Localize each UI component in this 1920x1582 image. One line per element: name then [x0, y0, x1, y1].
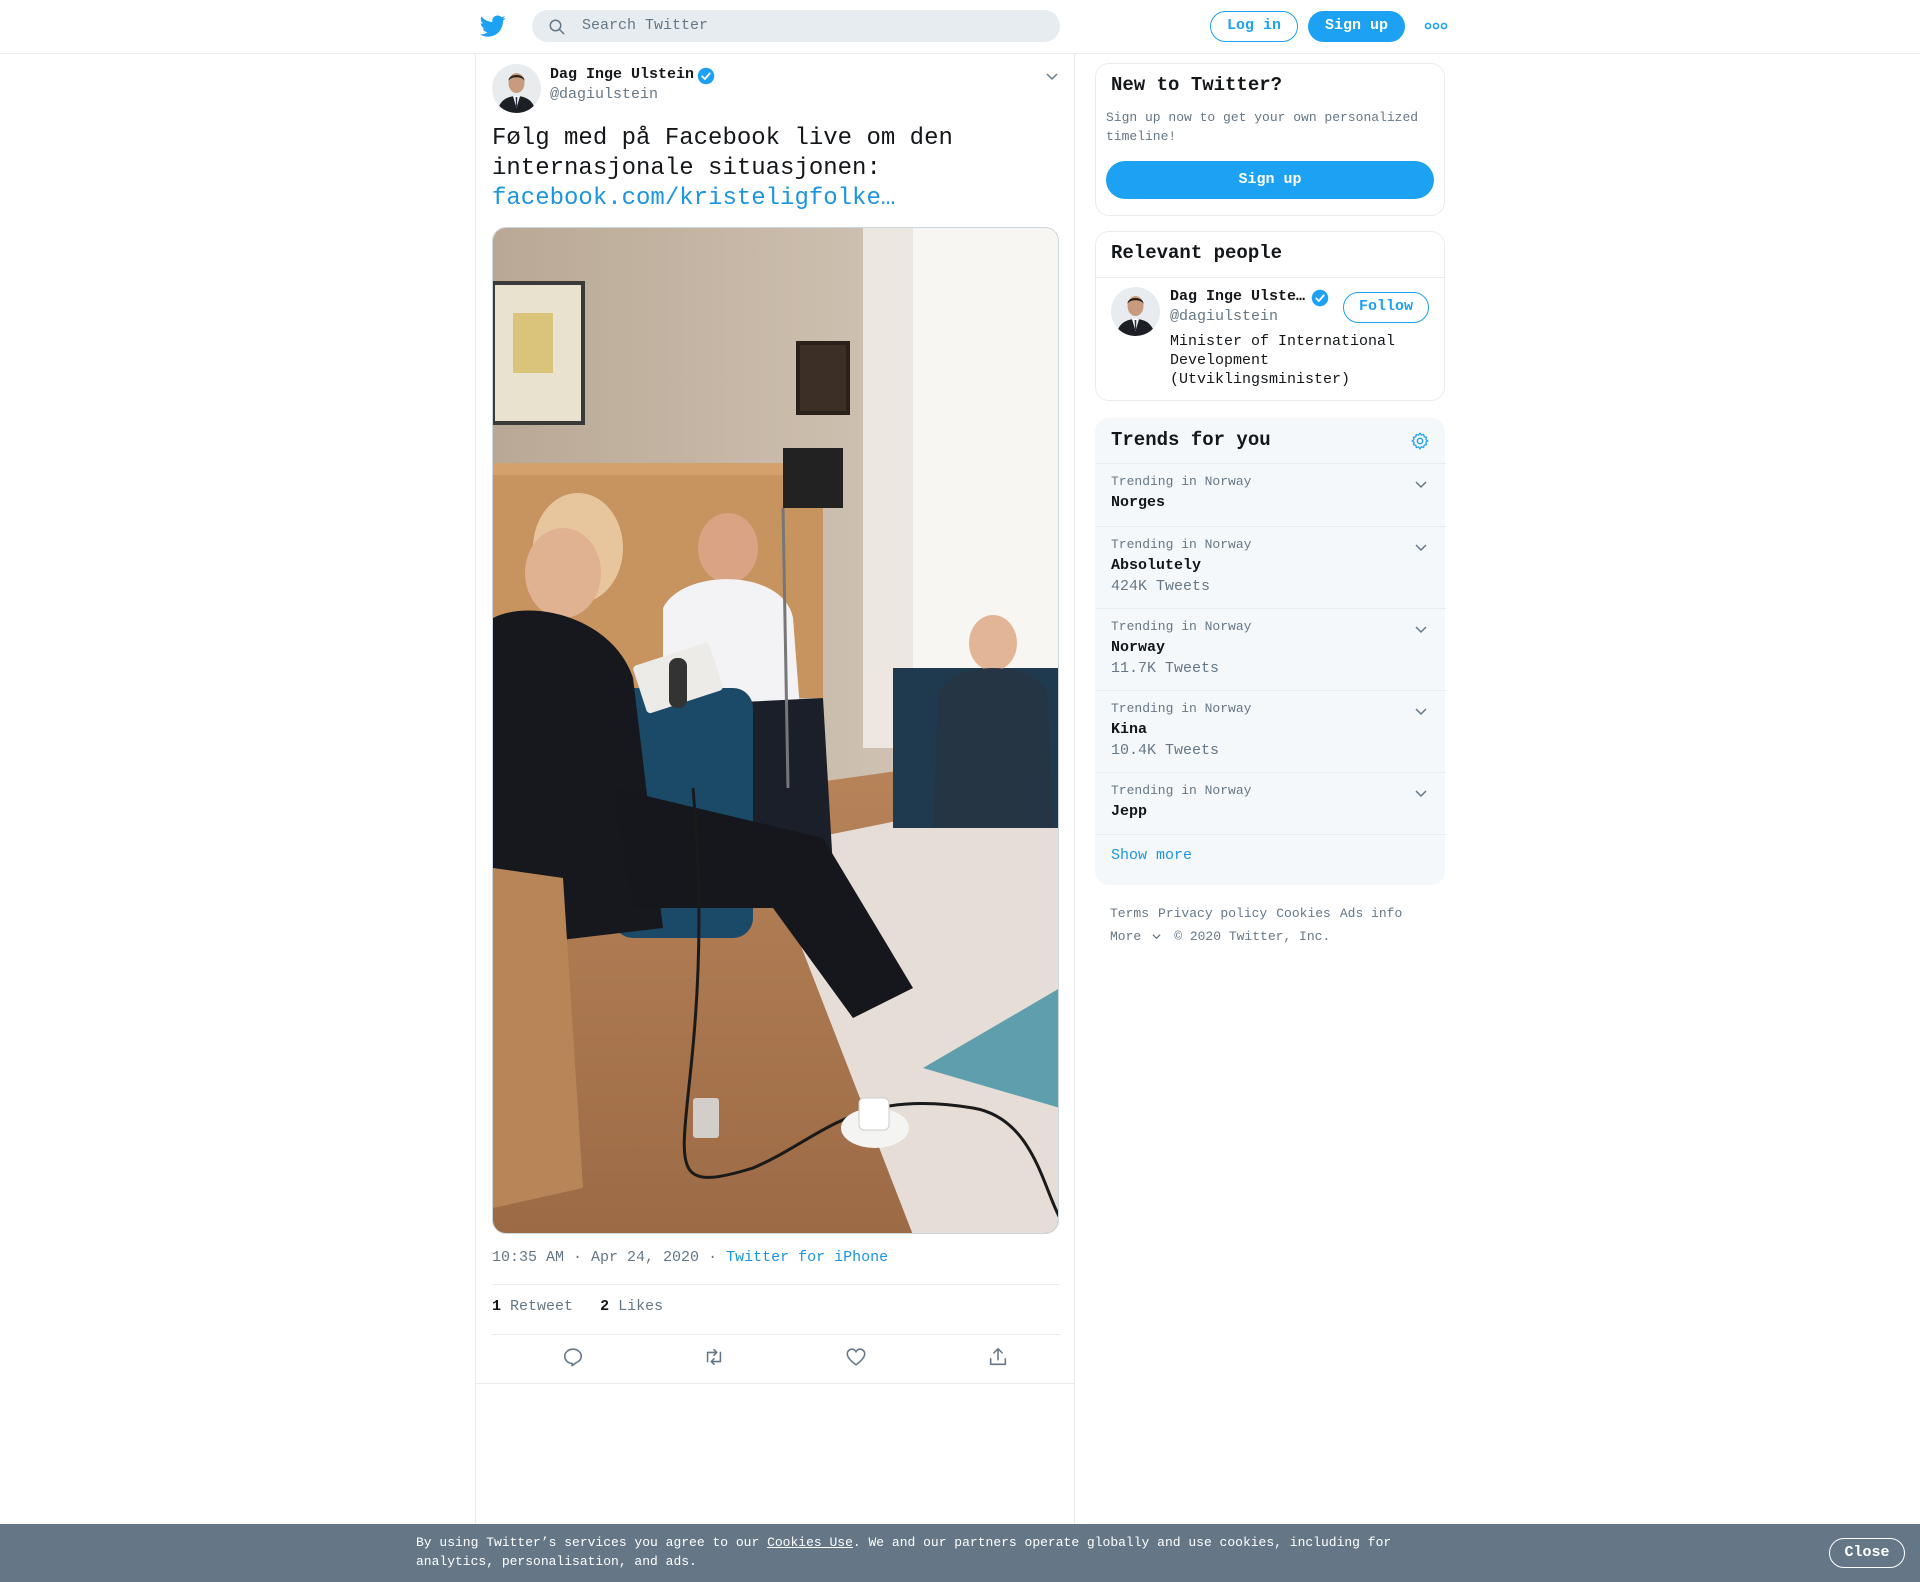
person-name[interactable]: Dag Inge Ulste…: [1170, 288, 1305, 305]
office-interview-photo: [493, 228, 1058, 1233]
trend-context: Trending in Norway: [1111, 701, 1252, 716]
login-button[interactable]: Log in: [1210, 11, 1298, 42]
sidebar-footer: Terms Privacy policy Cookies Ads info More ©…: [1110, 902, 1411, 948]
footer-more-label: More: [1110, 929, 1142, 944]
sidebar-signup-button[interactable]: Sign up: [1106, 161, 1434, 199]
tweet-photo[interactable]: [492, 227, 1059, 1234]
tweet-timestamp[interactable]: 10:35 AM · Apr 24, 2020: [492, 1249, 699, 1266]
new-to-twitter-card: New to Twitter? Sign up now to get your …: [1095, 63, 1445, 216]
cookie-banner: By using Twitter’s services you agree to…: [0, 1524, 1920, 1582]
like-heart-icon[interactable]: [845, 1346, 867, 1368]
tweet-text-line: internasjonale situasjonen:: [492, 155, 881, 182]
retweet-stat[interactable]: 1 Retweet: [492, 1298, 573, 1315]
author-handle[interactable]: @dagiulstein: [550, 86, 658, 103]
chevron-down-icon[interactable]: [1413, 703, 1429, 719]
retweet-icon[interactable]: [703, 1346, 725, 1368]
trend-name: Kina: [1111, 721, 1148, 738]
retweet-count: 1: [492, 1298, 502, 1315]
author-avatar[interactable]: [492, 64, 541, 113]
search-icon: [549, 19, 565, 35]
chevron-down-icon[interactable]: [1413, 476, 1429, 492]
tweet-text-line: Følg med på Facebook live om den: [492, 125, 953, 152]
chevron-down-icon[interactable]: [1413, 539, 1429, 555]
close-cookie-button[interactable]: Close: [1829, 1538, 1905, 1568]
tweet-link[interactable]: facebook.com/kristeligfolke…: [492, 184, 1052, 214]
person-bio: Minister of International Development (U…: [1170, 333, 1396, 388]
footer-more-menu[interactable]: More: [1110, 929, 1162, 944]
cookies-use-link[interactable]: Cookies Use: [767, 1535, 853, 1550]
divider: [476, 1383, 1074, 1384]
card-text: Sign up now to get your own personalized…: [1106, 110, 1419, 144]
show-more-link[interactable]: Show more: [1111, 847, 1192, 864]
trend-context: Trending in Norway: [1111, 783, 1252, 798]
card-title: Trends for you: [1111, 429, 1271, 451]
reply-icon[interactable]: [562, 1346, 584, 1368]
footer-terms-link[interactable]: Terms: [1110, 906, 1149, 921]
trend-count: 10.4K Tweets: [1111, 742, 1220, 759]
footer-ads-link[interactable]: Ads info: [1340, 906, 1402, 921]
search-box[interactable]: Search Twitter: [532, 10, 1060, 42]
trend-item[interactable]: Trending in Norway Kina 10.4K Tweets: [1096, 690, 1446, 772]
card-title: Relevant people: [1111, 242, 1283, 264]
trend-name: Jepp: [1111, 803, 1148, 820]
verified-badge-icon: [697, 67, 715, 85]
trend-item[interactable]: Trending in Norway Norway 11.7K Tweets: [1096, 608, 1446, 690]
chevron-down-icon: [1152, 934, 1161, 940]
trend-name: Norges: [1111, 494, 1166, 511]
trend-name: Absolutely: [1111, 557, 1202, 574]
person-avatar-icon: [492, 64, 541, 113]
divider: [492, 1284, 1060, 1285]
person-avatar-icon: [1111, 287, 1160, 336]
trend-context: Trending in Norway: [1111, 474, 1252, 489]
follow-button[interactable]: Follow: [1343, 292, 1429, 323]
meta-separator: ·: [708, 1249, 727, 1266]
trend-count: 11.7K Tweets: [1111, 660, 1220, 677]
search-placeholder: Search Twitter: [582, 17, 709, 34]
tweet-meta: 10:35 AM · Apr 24, 2020 · Twitter for iP…: [492, 1249, 888, 1266]
more-options-icon[interactable]: [1424, 19, 1448, 33]
chevron-down-icon[interactable]: [1413, 621, 1429, 637]
trend-context: Trending in Norway: [1111, 619, 1252, 634]
author-name[interactable]: Dag Inge Ulstein: [550, 66, 694, 83]
like-stat[interactable]: 2 Likes: [600, 1298, 663, 1315]
twitter-logo-icon[interactable]: [479, 13, 507, 39]
tweet-stats: 1 Retweet 2 Likes: [492, 1298, 663, 1315]
trend-context: Trending in Norway: [1111, 537, 1252, 552]
verified-badge-icon: [1311, 289, 1329, 307]
card-title: New to Twitter?: [1111, 74, 1283, 96]
top-bar: Search Twitter Log in Sign up: [0, 0, 1920, 54]
relevant-people-card: Relevant people Dag Inge Ulste… @dagiuls…: [1095, 231, 1445, 401]
tweet-column: Dag Inge Ulstein @dagiulstein Følg med p…: [475, 54, 1075, 1528]
trends-card: Trends for you Trending in Norway Norges…: [1095, 418, 1446, 885]
share-icon[interactable]: [987, 1346, 1009, 1368]
like-label: Likes: [618, 1298, 664, 1315]
gear-icon[interactable]: [1410, 431, 1430, 451]
trend-count: 424K Tweets: [1111, 578, 1211, 595]
like-count: 2: [600, 1298, 610, 1315]
footer-privacy-link[interactable]: Privacy policy: [1158, 906, 1267, 921]
footer-copyright: © 2020 Twitter, Inc.: [1174, 929, 1331, 944]
person-handle[interactable]: @dagiulstein: [1170, 308, 1278, 325]
person-avatar[interactable]: [1111, 287, 1160, 336]
signup-button[interactable]: Sign up: [1308, 11, 1405, 42]
tweet-source-link[interactable]: Twitter for iPhone: [726, 1249, 888, 1266]
trend-item[interactable]: Trending in Norway Jepp: [1096, 772, 1446, 835]
cookie-text-part: By using Twitter’s services you agree to…: [416, 1535, 768, 1550]
chevron-down-icon[interactable]: [1413, 785, 1429, 801]
trend-item[interactable]: Trending in Norway Absolutely 424K Tweet…: [1096, 526, 1446, 608]
trend-item[interactable]: Trending in Norway Norges: [1096, 463, 1446, 526]
retweet-label: Retweet: [510, 1298, 574, 1315]
footer-cookies-link[interactable]: Cookies: [1276, 906, 1331, 921]
tweet-text: Følg med på Facebook live om den interna…: [492, 124, 1052, 214]
trend-name: Norway: [1111, 639, 1166, 656]
divider: [1096, 277, 1444, 278]
divider: [492, 1334, 1060, 1335]
cookie-text: By using Twitter’s services you agree to…: [416, 1533, 1416, 1571]
chevron-down-icon[interactable]: [1044, 68, 1060, 84]
